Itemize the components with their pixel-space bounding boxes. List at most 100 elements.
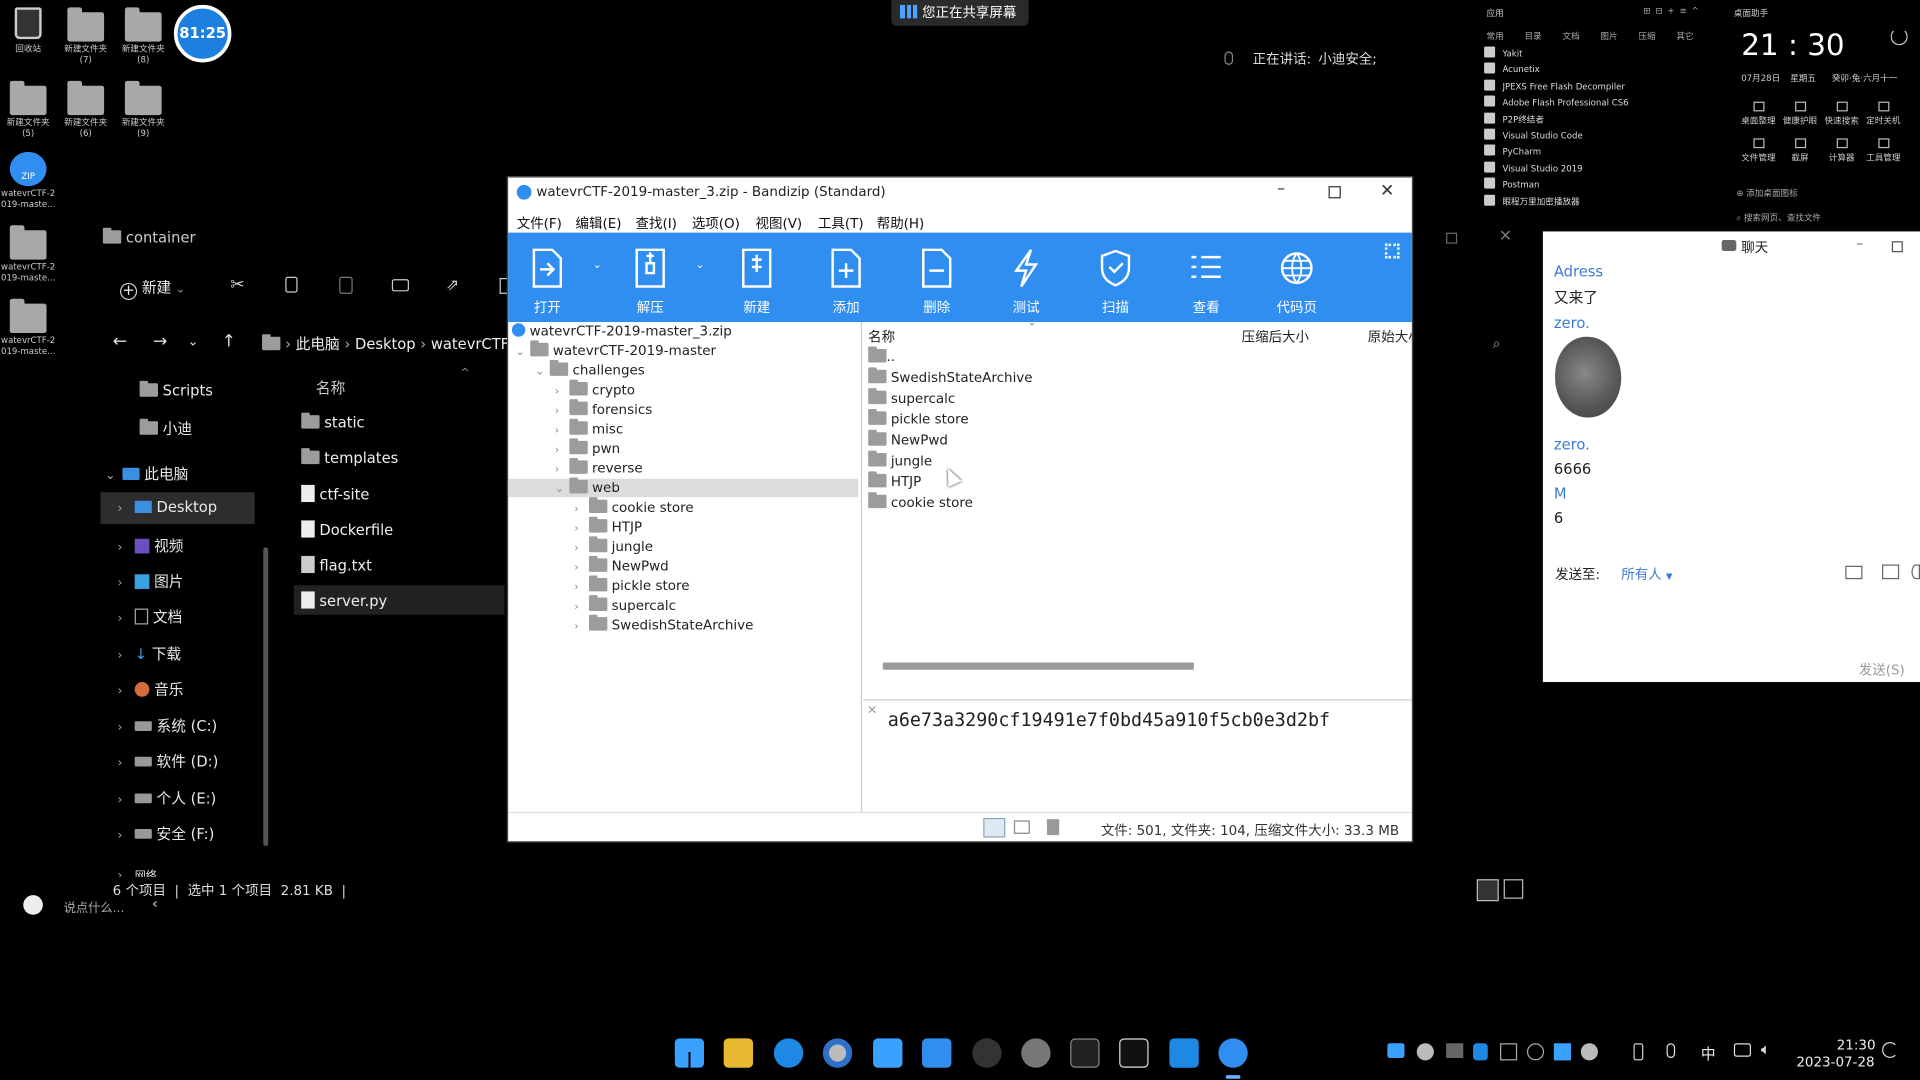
tree-node[interactable]: › HTJP xyxy=(574,516,642,538)
chrome-icon[interactable] xyxy=(822,1038,853,1068)
extract-dropdown[interactable]: ⌄ xyxy=(696,260,705,272)
breadcrumb-item[interactable]: Desktop xyxy=(355,336,416,353)
volume-icon[interactable]: 🔈︎ xyxy=(1761,1041,1771,1059)
launcher-app-item[interactable]: PyCharm xyxy=(1484,144,1541,157)
open-dropdown[interactable]: ⌄ xyxy=(593,260,602,272)
maximize-button[interactable] xyxy=(1891,241,1903,253)
share-icon[interactable]: ⇗ xyxy=(446,277,459,295)
widget-tool-button[interactable]: 桌面整理 xyxy=(1736,101,1780,128)
restore-icon[interactable] xyxy=(1446,232,1458,244)
tree-node[interactable]: › jungle xyxy=(574,536,653,558)
terminal-icon[interactable] xyxy=(1070,1038,1100,1068)
delete-icon[interactable] xyxy=(499,277,507,294)
tree-node[interactable]: ⌄ challenges xyxy=(535,360,645,381)
folder-icon[interactable] xyxy=(124,80,162,116)
launcher-app-item[interactable]: Yakit xyxy=(1484,46,1522,59)
widget-tool-button[interactable]: 截屏 xyxy=(1778,138,1822,164)
timer-badge[interactable]: 81:25 xyxy=(173,4,232,63)
menu-find[interactable]: 查找(I) xyxy=(636,213,677,233)
folder-share-icon[interactable] xyxy=(1845,565,1863,580)
tiles-view-icon[interactable] xyxy=(1503,879,1524,899)
list-item[interactable]: NewPwd xyxy=(868,429,948,451)
tab-other[interactable]: 其它 xyxy=(1676,32,1693,42)
tray-icon[interactable] xyxy=(1446,1043,1464,1058)
tree-node[interactable]: ⌄ watevrCTF-2019-master xyxy=(516,340,716,362)
tab-pictures[interactable]: 图片 xyxy=(1600,32,1617,42)
launcher-controls[interactable]: ⊞⊟+≡^ xyxy=(1643,6,1703,16)
tab-common[interactable]: 常用 xyxy=(1487,32,1504,42)
tree-node[interactable]: › SwedishStateArchive xyxy=(574,614,753,636)
nav-item-videos[interactable]: › 视频 xyxy=(118,535,184,556)
list-item[interactable]: HTJP xyxy=(868,471,921,492)
screenshot-icon[interactable] xyxy=(1882,564,1900,580)
folder-icon[interactable] xyxy=(67,80,105,116)
tree-node-selected[interactable]: ⌄ web xyxy=(555,477,620,499)
minimize-button[interactable]: – xyxy=(1277,180,1285,198)
nav-item-drive-e[interactable]: › 个人 (E:) xyxy=(118,787,217,808)
app-icon[interactable] xyxy=(873,1038,903,1068)
widget-tool-button[interactable]: 健康护眼 xyxy=(1778,101,1822,128)
launcher-app-item[interactable]: 眼程万里加密播放器 xyxy=(1484,194,1580,207)
menu-file[interactable]: 文件(F) xyxy=(517,213,562,233)
column-header-original[interactable]: 原始大小 xyxy=(1368,327,1412,347)
details-view-icon[interactable] xyxy=(1476,879,1499,902)
chat-username[interactable]: zero. xyxy=(1554,315,1590,332)
nav-item-pictures[interactable]: › 图片 xyxy=(118,571,184,592)
clock-time[interactable]: 21:30 xyxy=(1837,1037,1876,1053)
tree-node[interactable]: › NewPwd xyxy=(574,555,669,577)
user-icon[interactable] xyxy=(1911,564,1920,580)
menu-help[interactable]: 帮助(H) xyxy=(877,213,925,233)
menu-view[interactable]: 视图(V) xyxy=(756,213,803,233)
file-explorer-icon[interactable] xyxy=(723,1038,754,1068)
screen-share-banner[interactable]: 您正在共享屏幕 xyxy=(891,0,1029,26)
nav-item-music[interactable]: › 音乐 xyxy=(118,678,184,699)
launcher-app-item[interactable]: Postman xyxy=(1484,177,1539,190)
rename-icon[interactable] xyxy=(391,279,409,292)
search-icon[interactable]: ⌕ xyxy=(1493,334,1501,352)
folder-icon[interactable] xyxy=(9,225,47,260)
zip-file-icon[interactable]: ZIP xyxy=(9,151,47,187)
tray-icon[interactable] xyxy=(1526,1043,1545,1061)
breadcrumb[interactable]: › 此电脑 › Desktop › watevrCTF xyxy=(262,333,509,354)
history-dropdown[interactable]: ⌄ xyxy=(187,333,198,349)
nav-item-scripts[interactable]: Scripts xyxy=(139,380,213,399)
widget-tool-button[interactable]: 快速搜索 xyxy=(1820,101,1864,128)
app-icon[interactable] xyxy=(972,1038,1002,1068)
nav-scrollbar[interactable] xyxy=(263,547,269,847)
tray-icon[interactable] xyxy=(1553,1043,1572,1061)
tab-directory[interactable]: 目录 xyxy=(1524,32,1541,42)
scan-button[interactable]: 扫描 xyxy=(1081,233,1150,322)
tree-node[interactable]: › forensics xyxy=(555,399,652,420)
pane-splitter[interactable] xyxy=(860,322,863,812)
bandizip-titlebar[interactable]: watevrCTF-2019-master_3.zip - Bandizip (… xyxy=(508,178,1412,209)
nav-item-desktop[interactable]: › Desktop xyxy=(118,498,218,515)
breadcrumb-item[interactable]: watevrCTF xyxy=(431,336,509,353)
collapse-chevron-icon[interactable]: ‹ xyxy=(152,895,158,912)
list-item[interactable]: static xyxy=(301,412,365,431)
nav-item-documents[interactable]: › 文档 xyxy=(118,606,182,627)
nav-item-drive-c[interactable]: › 系统 (C:) xyxy=(118,715,218,736)
close-preview-icon[interactable]: ✕ xyxy=(867,704,877,717)
meeting-app-icon[interactable] xyxy=(922,1038,952,1068)
widget-tool-button[interactable]: 计算器 xyxy=(1820,138,1864,164)
clock-date[interactable]: 2023-07-28 xyxy=(1796,1054,1874,1070)
nav-item-drive-f[interactable]: › 安全 (F:) xyxy=(118,823,215,844)
minimize-button[interactable]: – xyxy=(1856,235,1863,251)
widget-tool-button[interactable]: 工具管理 xyxy=(1861,138,1905,164)
new-button[interactable]: + 新建 ⌄ xyxy=(120,277,185,301)
list-item[interactable]: pickle store xyxy=(868,408,969,430)
close-button[interactable]: ✕ xyxy=(1380,181,1394,201)
microphone-icon[interactable] xyxy=(1666,1043,1676,1058)
thumbnail-view-icon[interactable] xyxy=(1013,820,1030,834)
list-item-selected[interactable]: server.py xyxy=(301,591,387,610)
tree-node[interactable]: › crypto xyxy=(555,379,635,401)
folder-icon[interactable] xyxy=(9,298,47,334)
up-button[interactable]: ↑ xyxy=(222,332,236,352)
launcher-app-item[interactable]: Visual Studio Code xyxy=(1484,128,1583,141)
extract-button[interactable]: 解压 xyxy=(616,233,685,322)
column-header-compressed[interactable]: 压缩后大小 xyxy=(1242,327,1309,347)
folder-icon[interactable] xyxy=(67,7,105,42)
emoji-icon[interactable] xyxy=(23,895,43,915)
hash-value[interactable]: a6e73a3290cf19491e7f0bd45a910f5cb0e3d2bf xyxy=(888,709,1330,731)
tree-node[interactable]: › pickle store xyxy=(574,575,690,597)
